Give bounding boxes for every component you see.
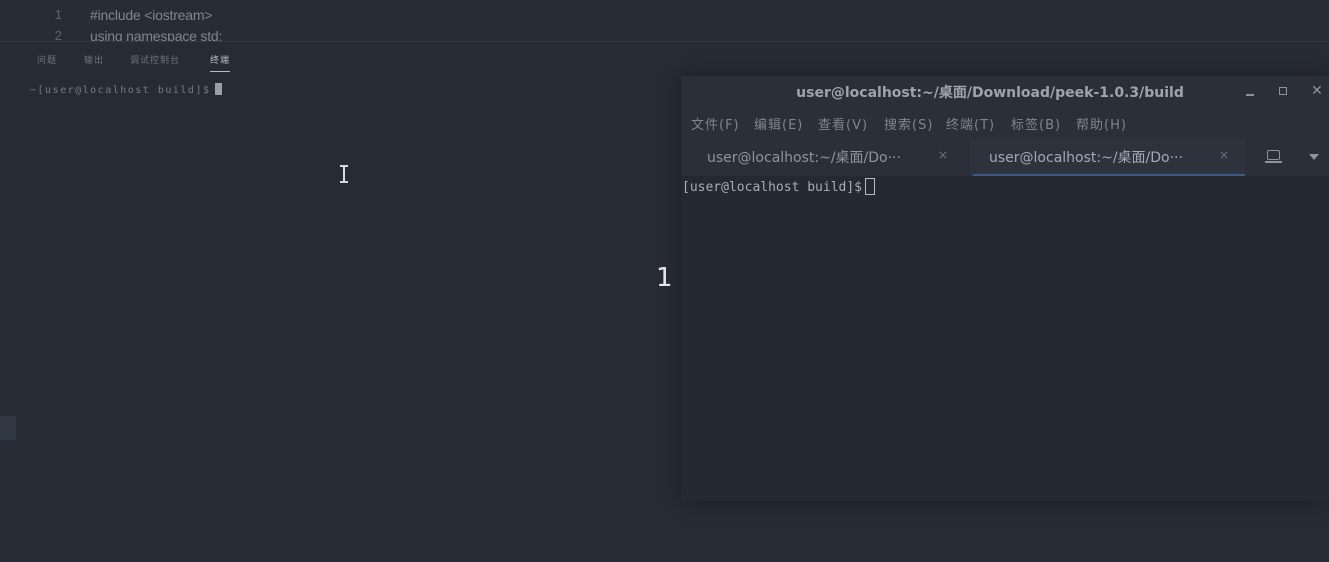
menu-view[interactable]: 查看(V): [818, 114, 868, 133]
menu-help[interactable]: 帮助(H): [1076, 114, 1127, 133]
new-tab-icon: [1267, 150, 1280, 160]
close-button[interactable]: ✕: [1308, 82, 1326, 100]
code-line[interactable]: 1 #include <iostream>: [0, 7, 600, 27]
maximize-icon: [1279, 87, 1287, 95]
prompt-text: [user@localhost build]$: [682, 180, 863, 195]
terminal-titlebar[interactable]: user@localhost:~/桌面/Download/peek-1.0.3/…: [681, 76, 1329, 106]
integrated-terminal[interactable]: ~[user@localhost build]$: [0, 76, 680, 562]
close-icon: ✕: [1311, 83, 1323, 99]
menu-search[interactable]: 搜索(S): [884, 114, 933, 133]
menu-tabs[interactable]: 标签(B): [1011, 114, 1061, 133]
line-number: 1: [54, 7, 62, 22]
terminal-tab-label: user@localhost:~/桌面/Do···: [707, 150, 901, 166]
tab-terminal[interactable]: 终端: [210, 53, 231, 72]
tab-output[interactable]: 输出: [84, 53, 104, 71]
code-line[interactable]: 2 using namespace std;: [0, 28, 600, 42]
line-number: 2: [54, 28, 62, 42]
code-editor[interactable]: 1 #include <iostream> 2 using namespace …: [0, 0, 1329, 42]
terminal-body[interactable]: [user@localhost build]$: [681, 176, 1329, 501]
text-cursor-icon: [338, 165, 350, 183]
terminal-menubar: 文件(F) 编辑(E) 查看(V) 搜索(S) 终端(T) 标签(B) 帮助(H…: [681, 106, 1329, 138]
gutter-marker: [0, 416, 16, 440]
tab-problems[interactable]: 问题: [37, 53, 57, 71]
tab-menu-button[interactable]: [1307, 151, 1321, 163]
menu-edit[interactable]: 编辑(E): [754, 114, 803, 133]
chevron-down-icon: [1309, 154, 1319, 160]
block-cursor: [214, 83, 222, 95]
terminal-tab-2[interactable]: user@localhost:~/桌面/Do··· ×: [973, 138, 1245, 176]
terminal-tab-bar: user@localhost:~/桌面/Do··· × user@localho…: [681, 138, 1329, 176]
minimize-button[interactable]: [1241, 82, 1259, 100]
new-tab-button[interactable]: [1265, 148, 1283, 166]
panel-tab-bar: 问题 输出 调试控制台 终端: [0, 44, 680, 74]
tab-close-icon[interactable]: ×: [1219, 148, 1229, 162]
tab-close-icon[interactable]: ×: [938, 148, 948, 162]
integrated-terminal-prompt: ~[user@localhost build]$: [30, 83, 222, 96]
page-number: 1: [656, 263, 673, 293]
terminal-window: user@localhost:~/桌面/Download/peek-1.0.3/…: [681, 76, 1329, 501]
code-text[interactable]: #include <iostream>: [90, 7, 212, 23]
terminal-prompt: [user@localhost build]$: [682, 178, 876, 195]
terminal-tab-label: user@localhost:~/桌面/Do···: [989, 150, 1183, 166]
code-text[interactable]: using namespace std;: [90, 28, 222, 41]
maximize-button[interactable]: [1274, 82, 1292, 100]
prompt-text: ~[user@localhost build]$: [30, 85, 211, 96]
menu-file[interactable]: 文件(F): [691, 114, 740, 133]
tab-debug-console[interactable]: 调试控制台: [130, 53, 180, 71]
minimize-icon: [1246, 93, 1254, 96]
block-cursor: [865, 178, 876, 195]
terminal-tab-1[interactable]: user@localhost:~/桌面/Do··· ×: [681, 138, 972, 176]
terminal-title: user@localhost:~/桌面/Download/peek-1.0.3/…: [796, 85, 1184, 101]
menu-terminal[interactable]: 终端(T): [946, 114, 995, 133]
